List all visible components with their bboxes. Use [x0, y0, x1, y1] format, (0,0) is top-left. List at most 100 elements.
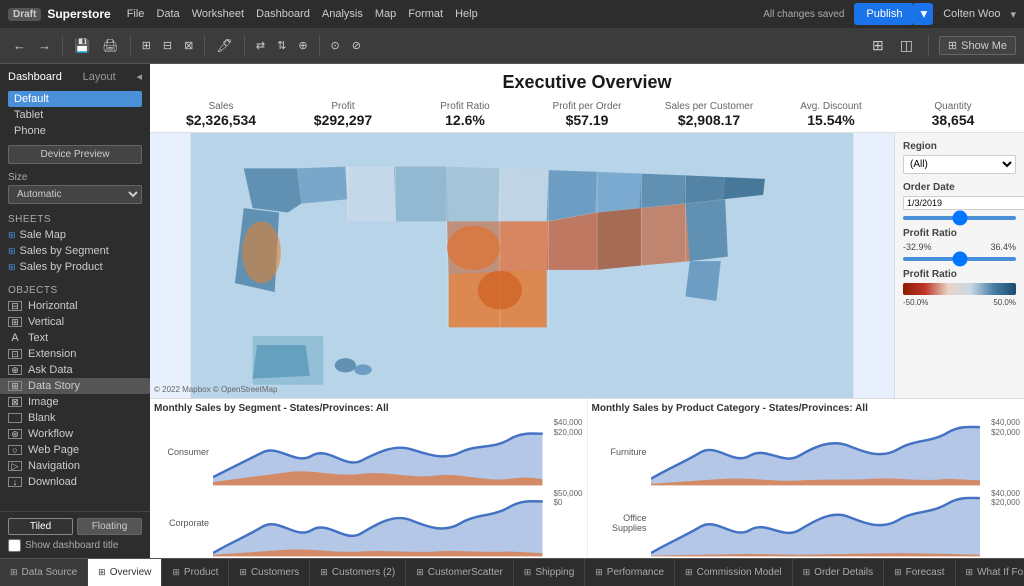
- object-icon-text: A: [8, 332, 22, 344]
- toolbar-sep-5: [319, 36, 320, 56]
- user-name[interactable]: Colten Woo: [943, 8, 1000, 20]
- tab-order-details[interactable]: ⊞ Order Details: [793, 559, 884, 586]
- kpi-profit-ratio-value: 12.6%: [408, 112, 522, 128]
- tab-icon-customers-2: ⊞: [320, 567, 328, 578]
- redo-button[interactable]: →: [33, 35, 56, 56]
- view-button[interactable]: ⊞: [867, 34, 889, 57]
- datasource-icon: ⊞: [10, 567, 18, 578]
- object-vertical[interactable]: ⊞ Vertical: [0, 314, 150, 330]
- toolbar-sep-1: [62, 36, 63, 56]
- layout-tab[interactable]: Layout: [83, 71, 116, 83]
- menu-format[interactable]: Format: [408, 8, 443, 20]
- date-start-input[interactable]: 1/3/2019: [903, 196, 1024, 210]
- user-chevron[interactable]: ▾: [1010, 8, 1016, 21]
- show-me-icon: ⊞: [948, 39, 957, 52]
- show-title-checkbox[interactable]: [8, 539, 21, 552]
- kpi-profit-order-label: Profit per Order: [530, 101, 644, 112]
- tab-datasource[interactable]: ⊞ Data Source: [0, 559, 88, 586]
- menu-dashboard[interactable]: Dashboard: [256, 8, 310, 20]
- toolbar-sep-6: [928, 36, 929, 56]
- object-download[interactable]: ↓ Download: [0, 474, 150, 490]
- profit-ratio-color: Profit Ratio -50.0% 50.0%: [903, 269, 1016, 307]
- tab-customers[interactable]: ⊞ Customers: [229, 559, 310, 586]
- panel-collapse-btn[interactable]: ◂: [136, 70, 142, 83]
- object-icon-data-story: ⊞: [8, 381, 22, 391]
- print-button[interactable]: 🖨: [97, 35, 124, 57]
- menu-file[interactable]: File: [127, 8, 145, 20]
- menu-map[interactable]: Map: [375, 8, 396, 20]
- highlight-button[interactable]: ⊕: [293, 36, 312, 55]
- format-button[interactable]: 🖊: [211, 35, 238, 57]
- fit-button[interactable]: ◫: [895, 34, 918, 57]
- object-workflow[interactable]: ⊛ Workflow: [0, 426, 150, 442]
- object-web-page[interactable]: ○ Web Page: [0, 442, 150, 458]
- menu-worksheet[interactable]: Worksheet: [192, 8, 244, 20]
- save-button[interactable]: 💾: [69, 35, 95, 57]
- tab-icon-scatter: ⊞: [416, 567, 424, 578]
- size-dropdown[interactable]: Automatic: [8, 185, 142, 204]
- show-me-button[interactable]: ⊞ Show Me: [939, 36, 1016, 55]
- object-extension[interactable]: ⊡ Extension: [0, 346, 150, 362]
- tab-overview[interactable]: ⊞ Overview: [88, 559, 162, 586]
- corporate-sparkline: [213, 489, 543, 558]
- connect-button[interactable]: ⊟: [158, 36, 177, 55]
- sheet-sale-map[interactable]: ⊞ Sale Map: [0, 227, 150, 243]
- tab-commission[interactable]: ⊞ Commission Model: [675, 559, 793, 586]
- right-chart-title: Monthly Sales by Product Category - Stat…: [592, 403, 1021, 414]
- device-preview-button[interactable]: Device Preview: [8, 145, 142, 164]
- tab-forecast[interactable]: ⊞ Forecast: [884, 559, 955, 586]
- tab-shipping[interactable]: ⊞ Shipping: [514, 559, 585, 586]
- undo-button[interactable]: ←: [8, 35, 31, 56]
- object-image[interactable]: ⊠ Image: [0, 394, 150, 410]
- sort-button[interactable]: ⇅: [272, 36, 291, 55]
- tooltip-button[interactable]: ⊙: [326, 36, 345, 55]
- sheet-sales-product[interactable]: ⊞ Sales by Product: [0, 259, 150, 275]
- menu-analysis[interactable]: Analysis: [322, 8, 363, 20]
- new-datasource-button[interactable]: ⊞: [137, 36, 156, 55]
- floating-button[interactable]: Floating: [77, 518, 142, 535]
- publish-dropdown[interactable]: ▾: [914, 3, 933, 25]
- kpi-profit-ratio-label: Profit Ratio: [408, 101, 522, 112]
- tab-customers-2[interactable]: ⊞ Customers (2): [310, 559, 406, 586]
- tab-product[interactable]: ⊞ Product: [162, 559, 229, 586]
- date-range-slider[interactable]: [903, 216, 1016, 220]
- map-container[interactable]: © 2022 Mapbox © OpenStreetMap: [150, 133, 894, 398]
- region-select[interactable]: (All): [903, 155, 1016, 174]
- profit-ratio-slider[interactable]: [903, 257, 1016, 261]
- size-section: Size Automatic: [0, 168, 150, 208]
- device-default[interactable]: Default: [8, 91, 142, 107]
- corporate-label: Corporate: [154, 518, 209, 528]
- dashboard-tab[interactable]: Dashboard: [8, 71, 62, 83]
- object-navigation[interactable]: ▷ Navigation: [0, 458, 150, 474]
- object-blank[interactable]: Blank: [0, 410, 150, 426]
- size-label: Size: [8, 172, 142, 183]
- chart-row-office-supplies: Office Supplies $40,000$20,000: [592, 489, 1021, 558]
- kpi-sales: Sales $2,326,534: [160, 99, 282, 130]
- objects-section: Objects ⊟ Horizontal ⊞ Vertical A Text ⊡…: [0, 279, 150, 511]
- device-tablet[interactable]: Tablet: [8, 107, 142, 123]
- object-icon-ask-data: ⊕: [8, 365, 22, 375]
- tiled-button[interactable]: Tiled: [8, 518, 73, 535]
- kpi-avg-discount-value: 15.54%: [774, 112, 888, 128]
- sheet-sales-segment[interactable]: ⊞ Sales by Segment: [0, 243, 150, 259]
- tab-performance[interactable]: ⊞ Performance: [585, 559, 675, 586]
- chart-row-corporate: Corporate $50,000$0: [154, 489, 583, 558]
- device-phone[interactable]: Phone: [8, 123, 142, 139]
- object-text[interactable]: A Text: [0, 330, 150, 346]
- annotation-button[interactable]: ⊘: [347, 36, 366, 55]
- object-icon-image: ⊠: [8, 397, 22, 407]
- app-title: Draft Superstore: [8, 7, 111, 21]
- object-data-story[interactable]: ⊞ Data Story: [0, 378, 150, 394]
- tab-what-if[interactable]: ⊞ What If Forecast: [956, 559, 1024, 586]
- publish-button[interactable]: Publish: [854, 3, 914, 25]
- extract-button[interactable]: ⊠: [179, 36, 198, 55]
- tab-icon-performance: ⊞: [595, 567, 603, 578]
- color-scale-min: -50.0%: [903, 298, 928, 307]
- swap-button[interactable]: ⇄: [251, 36, 270, 55]
- object-horizontal[interactable]: ⊟ Horizontal: [0, 298, 150, 314]
- tab-customer-scatter[interactable]: ⊞ CustomerScatter: [406, 559, 514, 586]
- menu-data[interactable]: Data: [156, 8, 179, 20]
- object-ask-data[interactable]: ⊕ Ask Data: [0, 362, 150, 378]
- menu-help[interactable]: Help: [455, 8, 478, 20]
- sheets-section: Sheets ⊞ Sale Map ⊞ Sales by Segment ⊞ S…: [0, 208, 150, 279]
